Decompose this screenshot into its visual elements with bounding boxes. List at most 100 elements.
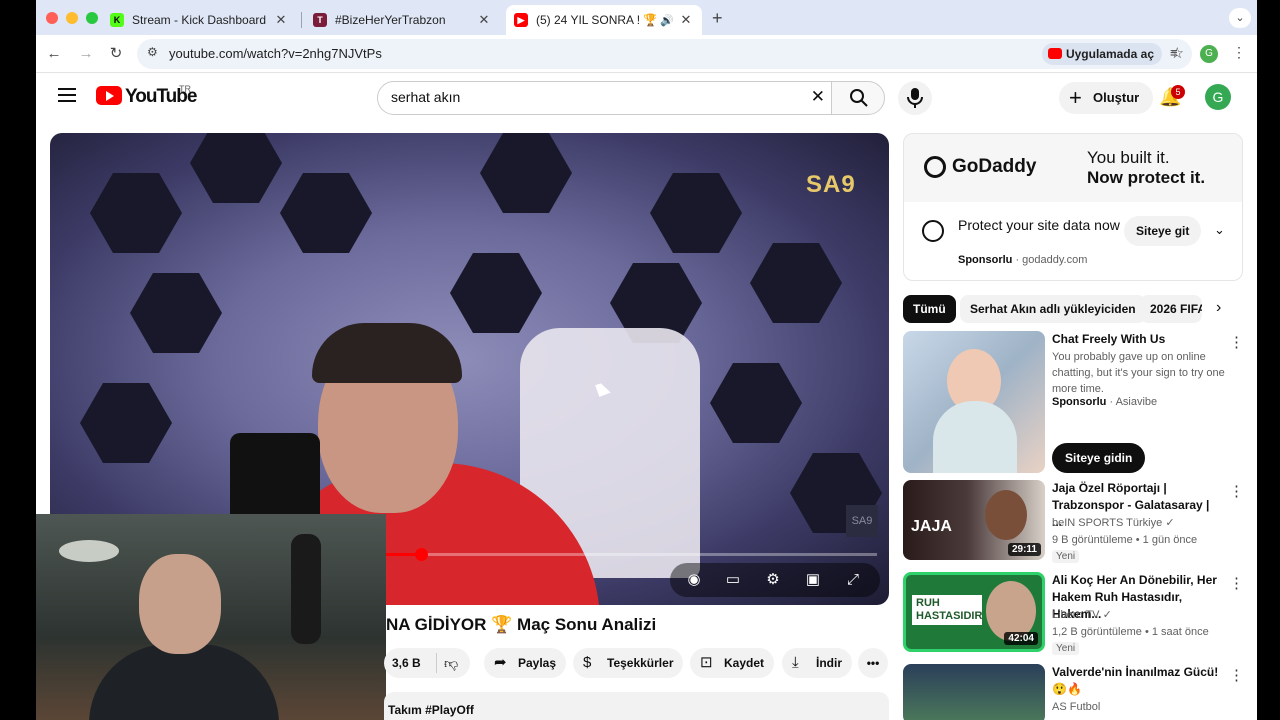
theater-mode-icon[interactable]: ▣ [802,570,824,590]
clear-search-icon[interactable]: ✕ [811,87,825,107]
thanks-button[interactable]: $ Teşekkürler [573,648,683,678]
more-actions-icon[interactable]: ••• [858,648,888,678]
media-controls-icon[interactable]: ≡ [1170,45,1178,60]
like-button[interactable]: 3,6 B 👎︎ [384,648,470,678]
close-tab-icon[interactable]: ✕ [476,12,492,28]
channel-name[interactable]: beIN SPORTS Türkiye ✓ [1052,515,1232,531]
save-button[interactable]: ⊡ Kaydet [690,648,774,678]
tab-youtube-video[interactable]: ▶ (5) 24 YIL SONRA ! 🏆 TÜ 🔊 ✕ [506,5,702,35]
youtube-header: YouTube TR ✕ + Oluştur 🔔 5 G [36,74,1257,124]
more-options-icon[interactable]: ⋮ [1229,482,1244,500]
download-button[interactable]: ⤓ İndir [782,648,852,678]
forward-icon[interactable]: → [76,44,96,64]
settings-gear-icon[interactable]: ⚙ [762,570,784,590]
chevron-right-icon[interactable]: › [1216,299,1221,317]
more-options-icon[interactable]: ⋮ [1229,666,1244,684]
video-description[interactable]: Takım #PlayOff [384,692,889,720]
list-item[interactable]: Chat Freely With Us You probably gave up… [903,331,1248,473]
channel-watermark: SA9 [806,171,856,198]
new-badge: Yeni [1052,550,1080,563]
video-thumbnail[interactable]: RUH HASTASIDIR 42:04 [903,572,1045,652]
godaddy-logo-icon [922,220,944,242]
chip-all[interactable]: Tümü [903,295,956,323]
list-item[interactable]: Valverde'nin İnanılmaz Gücü! 😲🔥 AS Futbo… [903,664,1248,720]
verified-icon: ✓ [1165,517,1175,529]
open-in-app-button[interactable]: Uygulamada aç [1041,43,1162,65]
sponsored-ad-card[interactable]: GoDaddy You built it. Now protect it. Pr… [903,133,1243,281]
hamburger-menu-icon[interactable] [58,88,76,102]
streamer-body [89,644,279,720]
video-meta: 9 B görüntüleme • 1 gün önce [1052,534,1198,546]
video-title[interactable]: Valverde'nin İnanılmaz Gücü! 😲🔥 [1052,664,1222,698]
youtube-logo-icon[interactable] [96,86,122,105]
tab-search-icon[interactable]: ⌄ [1229,8,1251,28]
ad-banner[interactable]: GoDaddy You built it. Now protect it. [904,134,1242,202]
browser-window: K Stream - Kick Dashboard ✕ T #BizeHerYe… [36,0,1257,720]
search-icon [850,89,868,107]
tab-kick-dashboard[interactable]: K Stream - Kick Dashboard ✕ [102,5,297,35]
search-box[interactable]: ✕ [377,81,832,115]
youtube-icon [1047,48,1062,59]
subtitles-icon[interactable]: ▭ [722,570,744,590]
video-thumbnail[interactable] [903,664,1045,720]
maximize-window-button[interactable] [86,12,98,24]
back-icon[interactable]: ← [44,44,64,64]
tab-bizeheryertrabzon[interactable]: T #BizeHerYerTrabzon ✕ [305,5,500,35]
list-item[interactable]: JAJA 29:11 Jaja Özel Röportajı | Trabzon… [903,480,1248,563]
channel-name[interactable]: Libero TV ✓ [1052,607,1232,623]
profile-avatar[interactable]: G [1200,45,1218,63]
autoplay-toggle-icon[interactable]: ◉ [680,570,708,590]
fullscreen-icon[interactable]: ⤢ [842,570,864,590]
super-thanks-icon: $ [583,654,592,671]
speaker-icon[interactable]: 🔊 [660,14,674,27]
dislike-icon[interactable]: 👎︎ [444,648,458,678]
ad-cta-button[interactable]: Siteye git [1124,216,1202,246]
plus-icon: + [1069,85,1082,110]
list-item[interactable]: RUH HASTASIDIR 42:04 Ali Koç Her An Döne… [903,572,1248,655]
ad-meta: Sponsorlu · Asiavibe [1052,396,1158,408]
share-button[interactable]: ➦ Paylaş [484,648,566,678]
channel-name[interactable]: AS Futbol [1052,699,1232,715]
close-tab-icon[interactable]: ✕ [678,12,694,28]
create-button[interactable]: + Oluştur [1059,82,1154,114]
site-settings-icon[interactable]: ⚙ [147,45,158,59]
progress-scrubber-handle[interactable] [414,548,428,561]
youtube-icon: ▶ [514,13,528,27]
close-tab-icon[interactable]: ✕ [273,12,289,28]
ad-headline: Protect your site data now [958,217,1120,233]
chip-fifa[interactable]: 2026 FIFA [1140,295,1202,323]
video-duration: 29:11 [1007,543,1041,556]
video-thumbnail[interactable] [903,331,1045,473]
streamer-face [139,554,221,654]
ad-tagline: You built it. Now protect it. [1087,148,1206,187]
new-tab-icon[interactable]: + [712,8,723,29]
trabzon-icon: T [313,13,327,27]
search-button[interactable] [831,81,885,115]
channel-watermark-small[interactable]: SA9 [846,505,878,537]
url-text[interactable]: youtube.com/watch?v=2nhg7NJVtPs [169,46,382,61]
close-window-button[interactable] [46,12,58,24]
more-options-icon[interactable]: ⋮ [1229,333,1244,351]
ad-meta: Sponsorlu · godaddy.com [958,254,1088,266]
chip-uploader[interactable]: Serhat Akın adlı yükleyiciden [960,295,1146,323]
video-duration: 42:04 [1004,632,1038,645]
account-avatar[interactable]: G [1205,84,1231,110]
verified-icon: ✓ [1102,609,1112,621]
ad-cta-button[interactable]: Siteye gidin [1052,443,1146,473]
chrome-menu-icon[interactable]: ⋮ [1232,44,1246,61]
chevron-down-icon[interactable]: ⌄ [1214,222,1225,238]
video-title[interactable]: Chat Freely With Us [1052,331,1222,348]
godaddy-logo-icon [924,156,946,178]
omnibox[interactable]: ⚙ youtube.com/watch?v=2nhg7NJVtPs Uygula… [137,39,1192,69]
search-input[interactable] [391,89,791,105]
video-thumbnail[interactable]: JAJA 29:11 [903,480,1045,560]
minimize-window-button[interactable] [66,12,78,24]
address-toolbar: ← → ↻ ⚙ youtube.com/watch?v=2nhg7NJVtPs … [36,35,1257,73]
more-options-icon[interactable]: ⋮ [1229,574,1244,592]
reload-icon[interactable]: ↻ [106,44,126,64]
voice-search-button[interactable] [898,81,932,115]
notification-count-badge: 5 [1171,85,1185,99]
webcam-overlay [36,514,386,720]
tab-strip: K Stream - Kick Dashboard ✕ T #BizeHerYe… [36,0,1257,35]
presenter-hair [312,323,462,383]
